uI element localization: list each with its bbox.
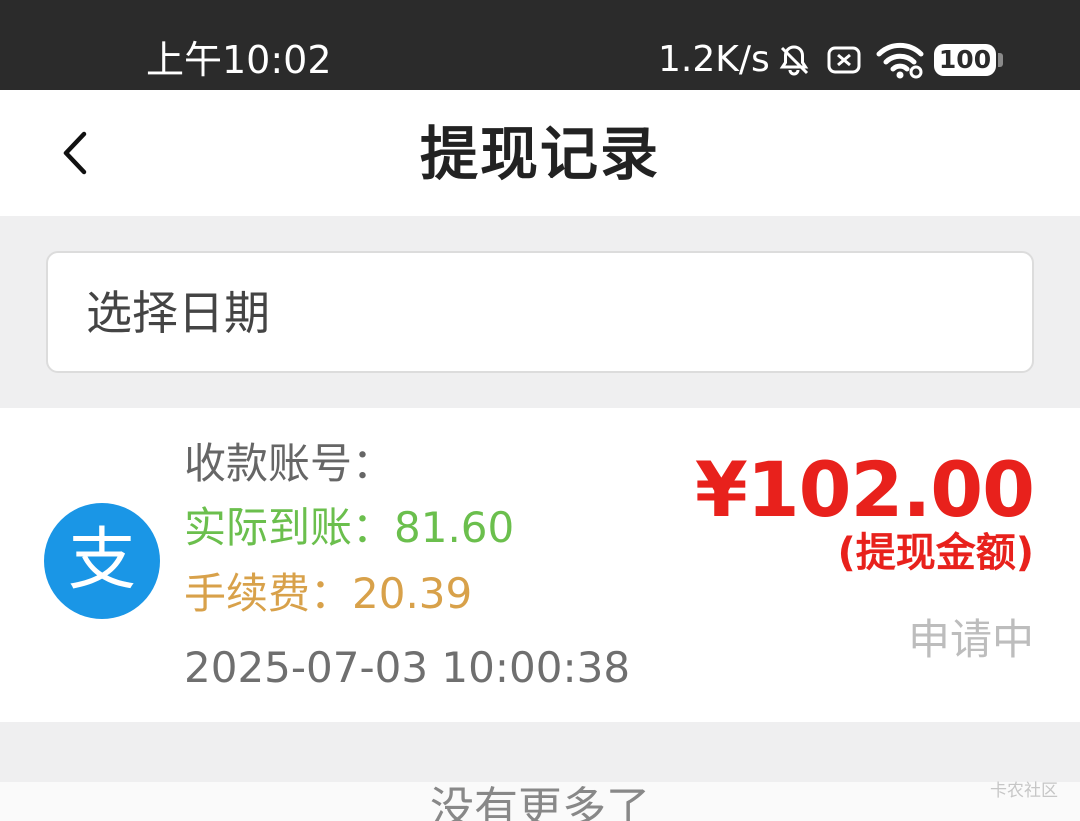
fee-label: 手续费： [184,569,353,618]
withdrawal-record-card[interactable]: 支 收款账号： 实际到账：81.60 手续费：20.39 2025-07-03 … [0,408,1080,722]
svg-text:支: 支 [68,521,136,600]
battery-tip [998,53,1003,67]
actual-label: 实际到账： [184,503,395,552]
actual-value: 81.60 [394,503,515,552]
fee-value: 20.39 [352,569,473,618]
date-picker[interactable]: 选择日期 [46,251,1034,373]
x-box-icon [826,38,862,82]
account-label: 收款账号： [184,439,395,488]
date-picker-label: 选择日期 [86,286,270,340]
wifi-icon [876,38,924,82]
status-badge: 申请中 [907,615,1034,664]
account-row: 收款账号： [184,438,394,490]
status-bar: 上午10:02 1.2K/s 100 [0,0,1080,90]
nav-bar: 提现记录 [0,90,1080,216]
withdrawal-amount-label: (提现金额) [837,530,1034,576]
alipay-icon: 支 [44,503,160,619]
page-title: 提现记录 [419,120,660,188]
battery-icon: 100 [934,44,996,76]
watermark: 卡农社区 [990,781,1058,801]
fee-row: 手续费：20.39 [184,568,472,620]
actual-amount-row: 实际到账：81.60 [184,502,514,554]
record-timestamp: 2025-07-03 10:00:38 [184,643,631,692]
network-speed: 1.2K/s [658,39,770,80]
redacted-account-mask [398,454,634,484]
status-time: 上午10:02 [146,38,332,82]
withdrawal-amount: ¥102.00 [694,445,1035,534]
mute-icon [777,38,811,82]
no-more-text: 没有更多了 [430,783,650,821]
